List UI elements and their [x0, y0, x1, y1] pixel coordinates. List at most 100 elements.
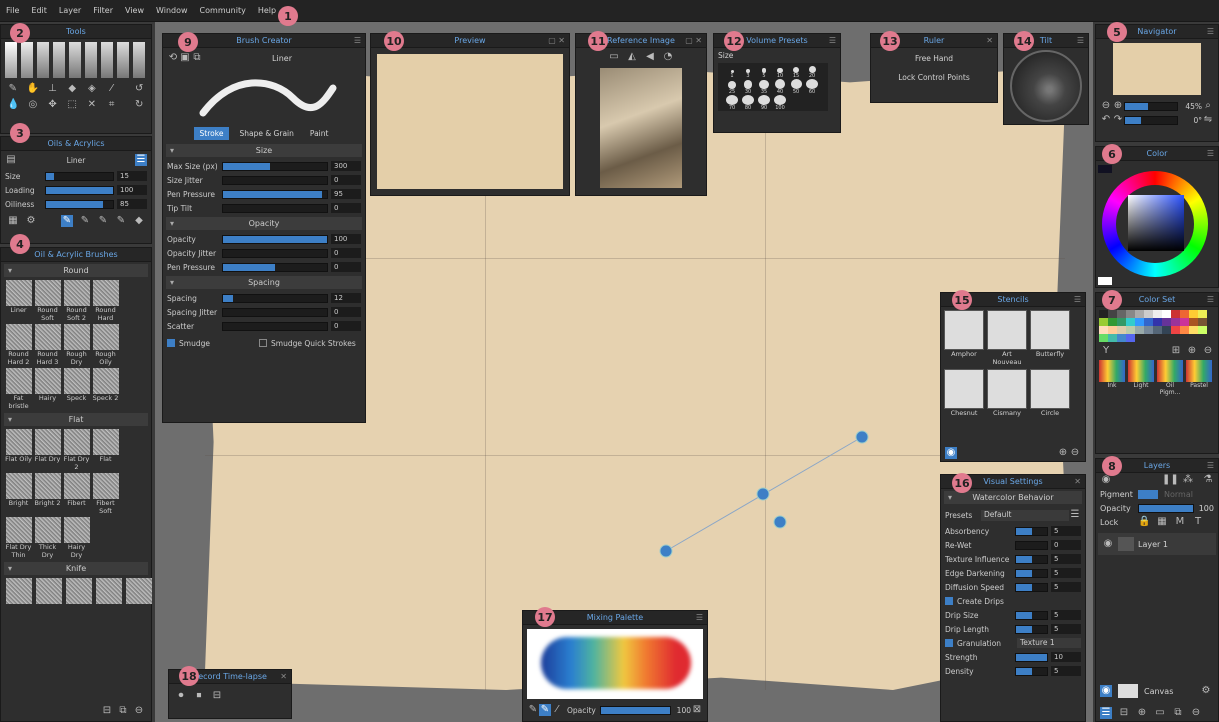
- setting-slider[interactable]: [222, 262, 328, 272]
- mix-brush-icon[interactable]: ✎: [527, 704, 539, 716]
- menu-file[interactable]: File: [6, 6, 19, 15]
- brush-preset[interactable]: Round Hard: [92, 280, 119, 322]
- brush-preset[interactable]: Bright: [5, 473, 32, 507]
- menu-filter[interactable]: Filter: [93, 6, 113, 15]
- setting-slider[interactable]: [45, 185, 114, 195]
- setting-value[interactable]: 0: [331, 321, 361, 331]
- color-swatch[interactable]: [1189, 326, 1198, 334]
- brush-preset[interactable]: Round Hard 3: [34, 324, 61, 366]
- setting-slider[interactable]: [222, 307, 328, 317]
- volume-preset[interactable]: 35: [756, 79, 772, 95]
- eraser-icon[interactable]: ◆: [66, 83, 78, 95]
- color-set-item[interactable]: Ink: [1099, 360, 1125, 396]
- stop-icon[interactable]: ⏹: [193, 690, 205, 702]
- color-swatch[interactable]: [1198, 326, 1207, 334]
- setting-slider[interactable]: [1015, 568, 1048, 578]
- brush-preset[interactable]: Round Soft: [34, 280, 61, 322]
- color-swatch[interactable]: [1153, 326, 1162, 334]
- drips-checkbox[interactable]: [945, 597, 953, 605]
- current-color-swatch[interactable]: [1098, 165, 1112, 173]
- fill-icon[interactable]: ◈: [86, 83, 98, 95]
- canvas-layer[interactable]: ◉ Canvas ⚙: [1096, 681, 1216, 701]
- color-swatch[interactable]: [1108, 318, 1117, 326]
- color-swatch[interactable]: [1099, 334, 1108, 342]
- rotate-icon[interactable]: ◔: [662, 51, 674, 63]
- color-swatch[interactable]: [1198, 318, 1207, 326]
- canvas-visibility-icon[interactable]: ◉: [1100, 685, 1112, 697]
- smudge-quick-checkbox[interactable]: [259, 339, 267, 347]
- previous-color-swatch[interactable]: [1098, 277, 1112, 285]
- brush-preset[interactable]: Speck 2: [92, 368, 119, 402]
- color-swatch[interactable]: [1135, 326, 1144, 334]
- setting-value[interactable]: 12: [331, 293, 361, 303]
- zoom-slider[interactable]: [1124, 101, 1178, 111]
- brush-mode-icon[interactable]: ✎: [61, 215, 73, 227]
- brush-tool-icon[interactable]: [133, 42, 145, 78]
- brush-preset[interactable]: Fibert Soft: [92, 473, 119, 515]
- setting-value[interactable]: 85: [117, 199, 147, 209]
- pause-icon[interactable]: ❚❚: [1162, 474, 1179, 486]
- import-icon[interactable]: ⊟: [101, 705, 113, 717]
- color-swatch[interactable]: [1108, 310, 1117, 318]
- color-swatch[interactable]: [1117, 326, 1126, 334]
- layer-opacity-slider[interactable]: [1138, 503, 1194, 513]
- layers-menu-icon[interactable]: ☰: [1100, 707, 1112, 719]
- delete-layer-icon[interactable]: ⊖: [1190, 707, 1202, 719]
- brush-preset[interactable]: Fat bristle: [5, 368, 32, 410]
- saturation-box[interactable]: [1128, 195, 1184, 251]
- color-swatch[interactable]: [1180, 318, 1189, 326]
- knife-brush[interactable]: [6, 578, 32, 604]
- brush-preset[interactable]: Flat Dry Thin: [5, 517, 32, 559]
- color-swatch[interactable]: [1117, 318, 1126, 326]
- wet-icon[interactable]: ⚗: [1202, 474, 1214, 486]
- blend-brush-icon[interactable]: ✎: [539, 704, 551, 716]
- color-swatch[interactable]: [1099, 318, 1108, 326]
- color-swatch[interactable]: [1171, 318, 1180, 326]
- smudge-icon[interactable]: ✋: [27, 83, 39, 95]
- tilt-indicator[interactable]: [1010, 50, 1082, 122]
- creator-tab[interactable]: Paint: [304, 127, 335, 140]
- folder-icon[interactable]: ▭: [1154, 707, 1166, 719]
- merge-icon[interactable]: ⊟: [1118, 707, 1130, 719]
- presets-select[interactable]: Default: [981, 509, 1069, 521]
- text-lock-icon[interactable]: T: [1192, 516, 1204, 528]
- brush-preset[interactable]: Thick Dry: [34, 517, 61, 559]
- flip-icon[interactable]: ⇋: [1202, 114, 1214, 126]
- visibility-icon[interactable]: ◉: [1102, 538, 1114, 550]
- menu-view[interactable]: View: [125, 6, 144, 15]
- mirror-icon[interactable]: ◀: [644, 51, 656, 63]
- setting-value[interactable]: 5: [1051, 624, 1081, 634]
- navigator-thumbnail[interactable]: [1113, 43, 1201, 95]
- brush-tool-icon[interactable]: [69, 42, 81, 78]
- color-swatch[interactable]: [1153, 318, 1162, 326]
- knife-section[interactable]: Knife: [4, 562, 148, 575]
- brush-preset[interactable]: Rough Oily: [92, 324, 119, 366]
- eraser-icon[interactable]: ◆: [133, 215, 145, 227]
- move-icon[interactable]: ✥: [47, 99, 59, 111]
- setting-value[interactable]: 0: [331, 175, 361, 185]
- granulation-checkbox[interactable]: [945, 639, 953, 647]
- brush-preset[interactable]: Hairy Dry: [63, 517, 90, 559]
- brush-mode-icon[interactable]: ✎: [79, 215, 91, 227]
- color-swatch[interactable]: [1099, 326, 1108, 334]
- add-icon[interactable]: ⊕: [1186, 345, 1198, 357]
- brush-preset[interactable]: Round Soft 2: [63, 280, 90, 322]
- brush-mode-icon[interactable]: ✎: [97, 215, 109, 227]
- setting-slider[interactable]: [1015, 624, 1048, 634]
- color-swatch[interactable]: [1126, 326, 1135, 334]
- setting-slider[interactable]: [222, 161, 328, 171]
- brush-preset[interactable]: Liner: [5, 280, 32, 314]
- setting-value[interactable]: 0: [1051, 540, 1081, 550]
- mix-icon[interactable]: ▦: [7, 215, 19, 227]
- volume-preset[interactable]: 40: [772, 79, 788, 95]
- creator-tab[interactable]: Stroke: [193, 127, 230, 140]
- setting-slider[interactable]: [222, 203, 328, 213]
- settings-icon[interactable]: ☰: [135, 154, 147, 166]
- setting-value[interactable]: 0: [331, 248, 361, 258]
- color-swatch[interactable]: [1180, 310, 1189, 318]
- color-swatch[interactable]: [1180, 326, 1189, 334]
- setting-slider[interactable]: [222, 293, 328, 303]
- color-swatch[interactable]: [1135, 318, 1144, 326]
- color-swatch[interactable]: [1198, 310, 1207, 318]
- setting-slider[interactable]: [1015, 540, 1048, 550]
